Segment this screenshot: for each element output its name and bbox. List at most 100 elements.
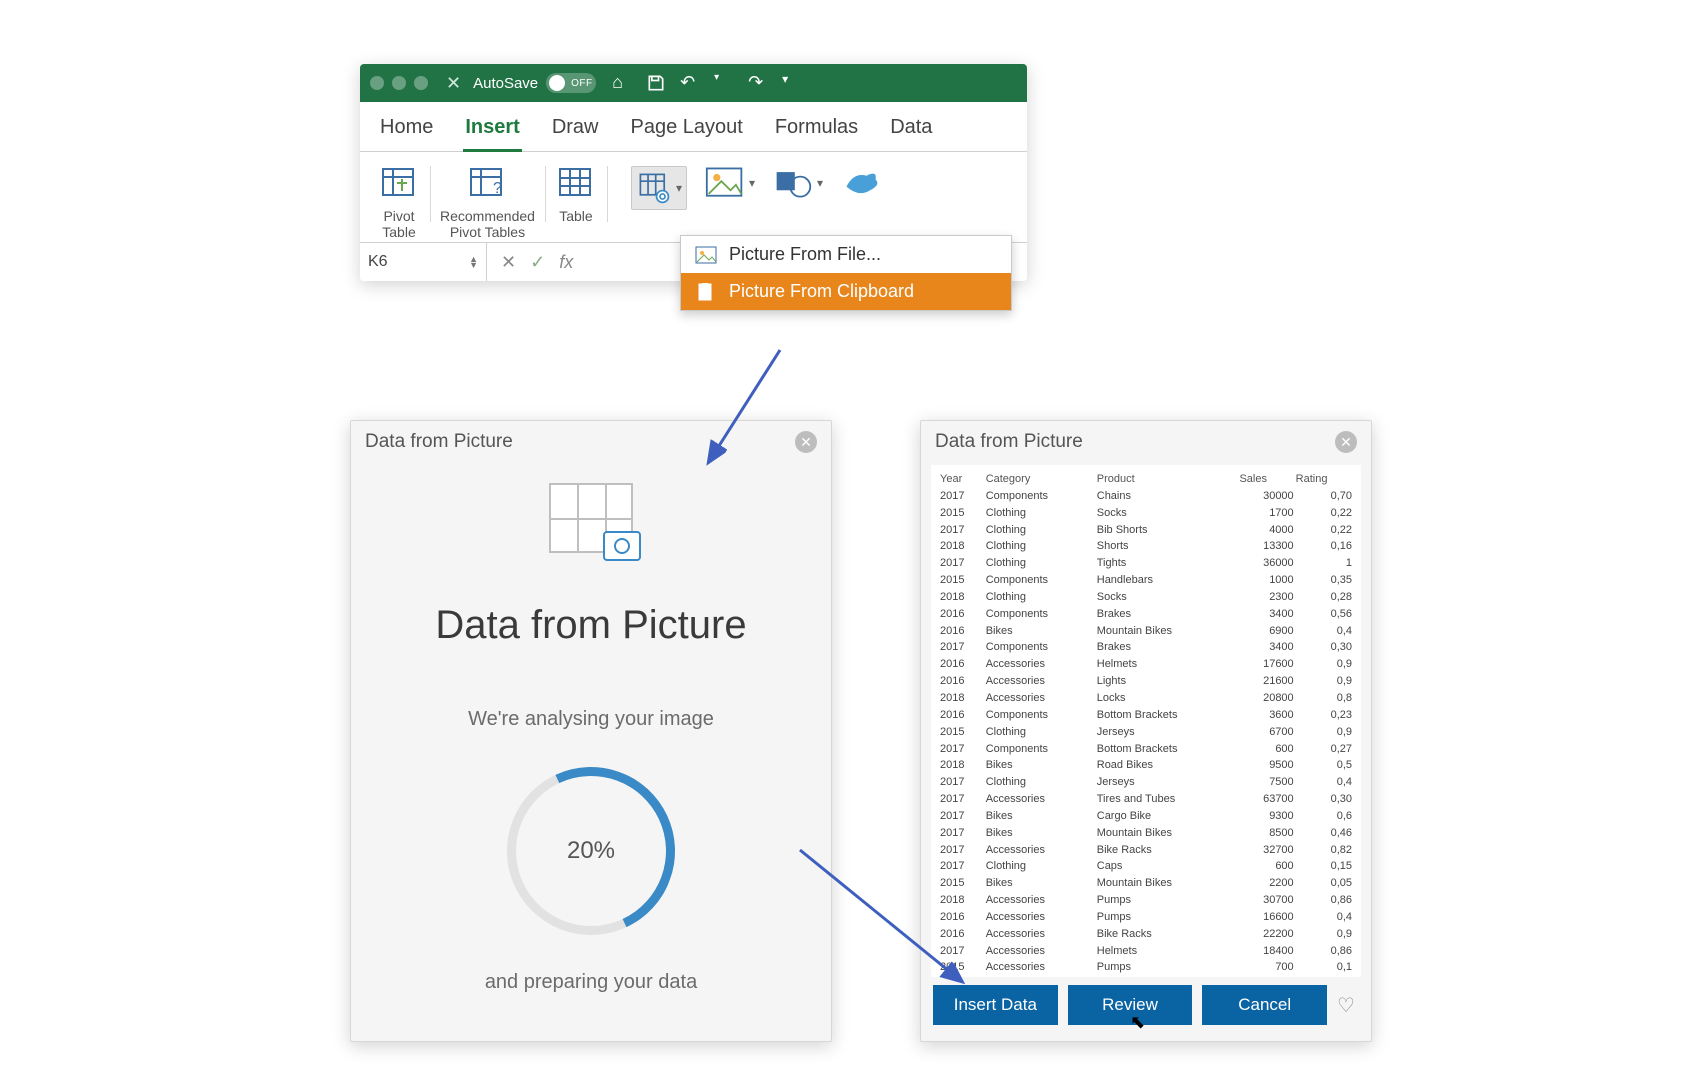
window-controls [370, 76, 428, 90]
traffic-min[interactable] [392, 76, 406, 90]
table-row[interactable]: 2017ClothingCaps6000,15 [939, 858, 1353, 875]
analysing-line1: We're analysing your image [468, 708, 714, 731]
table-row[interactable]: 2016AccessoriesPumps166000,4 [939, 909, 1353, 926]
autosave-toggle[interactable]: AutoSave OFF [473, 73, 596, 93]
table-row[interactable]: 2017ClothingJerseys75000,4 [939, 774, 1353, 791]
table-row[interactable]: 2017ClothingBib Shorts40000,22 [939, 522, 1353, 539]
pivot-table-button[interactable]: Pivot Table [368, 162, 430, 240]
bird-icon [841, 166, 881, 200]
pivot-table-icon [378, 162, 420, 204]
ribbon-tabs: Home Insert Draw Page Layout Formulas Da… [360, 102, 1027, 152]
accept-formula-icon[interactable]: ✓ [530, 252, 545, 273]
table-row[interactable]: 2018ClothingShorts133000,16 [939, 538, 1353, 555]
cancel-formula-icon[interactable]: ✕ [501, 252, 516, 273]
tab-home[interactable]: Home [378, 112, 435, 151]
table-row[interactable]: 2017AccessoriesTires and Tubes637000,30 [939, 791, 1353, 808]
undo-icon[interactable]: ↶ [680, 73, 700, 93]
progress-ring: 20% [507, 767, 675, 935]
chevron-down-icon: ▾ [749, 176, 755, 190]
table-header: Sales [1238, 471, 1294, 488]
chevron-down-icon: ▾ [676, 181, 682, 195]
result-panel: Data from Picture ✕ YearCategoryProductS… [920, 420, 1372, 1042]
table-row[interactable]: 2018ClothingSocks23000,28 [939, 589, 1353, 606]
table-row[interactable]: 2017AccessoriesBike Racks327000,82 [939, 842, 1353, 859]
analysing-panel: Data from Picture ✕ Data from Picture We… [350, 420, 832, 1042]
table-row[interactable]: 2017ComponentsBrakes34000,30 [939, 639, 1353, 656]
recommended-pivot-icon: ? [466, 162, 508, 204]
table-row[interactable]: 2015AccessoriesPumps7000,1 [939, 959, 1353, 976]
close-icon[interactable]: ✕ [446, 73, 461, 94]
recommended-pivot-button[interactable]: ? Recommended Pivot Tables [430, 162, 545, 240]
table-row[interactable]: 2016AccessoriesHelmets176000,9 [939, 656, 1353, 673]
table-row[interactable]: 2017AccessoriesHelmets184000,86 [939, 943, 1353, 960]
table-row[interactable]: 2017ClothingTights360001 [939, 555, 1353, 572]
picture-from-clipboard-item[interactable]: Picture From Clipboard [681, 273, 1011, 310]
table-row[interactable]: 2017ComponentsChains300000,70 [939, 488, 1353, 505]
name-box[interactable]: K6 ▲▼ [360, 243, 487, 281]
close-icon[interactable]: ✕ [1335, 431, 1357, 453]
table-row[interactable]: 2015ClothingJerseys67000,9 [939, 724, 1353, 741]
table-button[interactable]: Table [545, 162, 607, 240]
shapes-icon [773, 166, 813, 200]
tab-formulas[interactable]: Formulas [773, 112, 860, 151]
save-icon[interactable] [646, 73, 666, 93]
table-row[interactable]: 2016ComponentsBrakes34000,56 [939, 606, 1353, 623]
fx-icon[interactable]: fx [559, 252, 573, 273]
table-header: Rating [1295, 471, 1353, 488]
progress-value: 20% [567, 837, 615, 865]
table-row[interactable]: 2016AccessoriesLights216000,9 [939, 673, 1353, 690]
tab-page-layout[interactable]: Page Layout [629, 112, 745, 151]
flow-arrow-1 [690, 340, 810, 480]
illustrations-group: ▾ ▾ ▾ [607, 162, 1019, 240]
table-row[interactable]: 2015ClothingSocks17000,22 [939, 505, 1353, 522]
table-row[interactable]: 2018AccessoriesPumps307000,86 [939, 892, 1353, 909]
shapes-button[interactable]: ▾ [773, 166, 823, 200]
table-row[interactable]: 2015BikesMountain Bikes22000,05 [939, 875, 1353, 892]
picture-file-icon [695, 246, 717, 264]
preview-table[interactable]: YearCategoryProductSalesRating 2017Compo… [931, 465, 1361, 977]
qat-customize-icon[interactable]: ▾ [782, 73, 802, 93]
autosave-label: AutoSave [473, 75, 538, 92]
traffic-max[interactable] [414, 76, 428, 90]
table-header: Product [1096, 471, 1239, 488]
tab-data[interactable]: Data [888, 112, 934, 151]
redo-icon[interactable]: ↷ [748, 73, 768, 93]
table-row[interactable]: 2017BikesMountain Bikes85000,46 [939, 825, 1353, 842]
tab-insert[interactable]: Insert [463, 112, 521, 152]
clipboard-icon [695, 283, 717, 301]
traffic-close[interactable] [370, 76, 384, 90]
tab-draw[interactable]: Draw [550, 112, 601, 151]
table-row[interactable]: 2015ClothingTights19000,3 [939, 976, 1353, 977]
lightbulb-icon[interactable]: ♡ [1337, 993, 1359, 1018]
quick-access-toolbar: ⌂ ↶ ▾ ↷ ▾ [612, 73, 802, 93]
icons-button[interactable] [841, 166, 881, 200]
home-icon[interactable]: ⌂ [612, 73, 632, 93]
review-button[interactable]: Review ⬉ [1068, 985, 1193, 1025]
picture-from-data-button[interactable]: ▾ [631, 166, 687, 210]
table-row[interactable]: 2017BikesCargo Bike93000,6 [939, 808, 1353, 825]
table-row[interactable]: 2015ComponentsHandlebars10000,35 [939, 572, 1353, 589]
undo-chevron-icon[interactable]: ▾ [714, 73, 734, 93]
data-from-picture-icon [549, 483, 633, 553]
cancel-button[interactable]: Cancel [1202, 985, 1327, 1025]
picture-from-file-item[interactable]: Picture From File... [681, 236, 1011, 273]
ribbon: Pivot Table ? Recommended Pivot Tables T… [360, 152, 1027, 242]
panel-title: Data from Picture [365, 431, 513, 453]
panel-heading: Data from Picture [435, 603, 746, 648]
pictures-button[interactable]: ▾ [705, 166, 755, 200]
cursor-icon: ⬉ [1130, 1012, 1145, 1033]
analysing-line2: and preparing your data [485, 971, 697, 994]
toggle-switch[interactable]: OFF [546, 73, 596, 93]
data-from-picture-icon [636, 171, 672, 205]
table-header: Category [985, 471, 1096, 488]
titlebar: ✕ AutoSave OFF ⌂ ↶ ▾ ↷ ▾ [360, 64, 1027, 102]
table-row[interactable]: 2016AccessoriesBike Racks222000,9 [939, 926, 1353, 943]
table-row[interactable]: 2017ComponentsBottom Brackets6000,27 [939, 741, 1353, 758]
table-row[interactable]: 2016BikesMountain Bikes69000,4 [939, 623, 1353, 640]
table-header: Year [939, 471, 985, 488]
table-row[interactable]: 2016ComponentsBottom Brackets36000,23 [939, 707, 1353, 724]
table-row[interactable]: 2018AccessoriesLocks208000,8 [939, 690, 1353, 707]
table-row[interactable]: 2018BikesRoad Bikes95000,5 [939, 757, 1353, 774]
namebox-stepper[interactable]: ▲▼ [469, 256, 478, 269]
chevron-down-icon: ▾ [817, 176, 823, 190]
